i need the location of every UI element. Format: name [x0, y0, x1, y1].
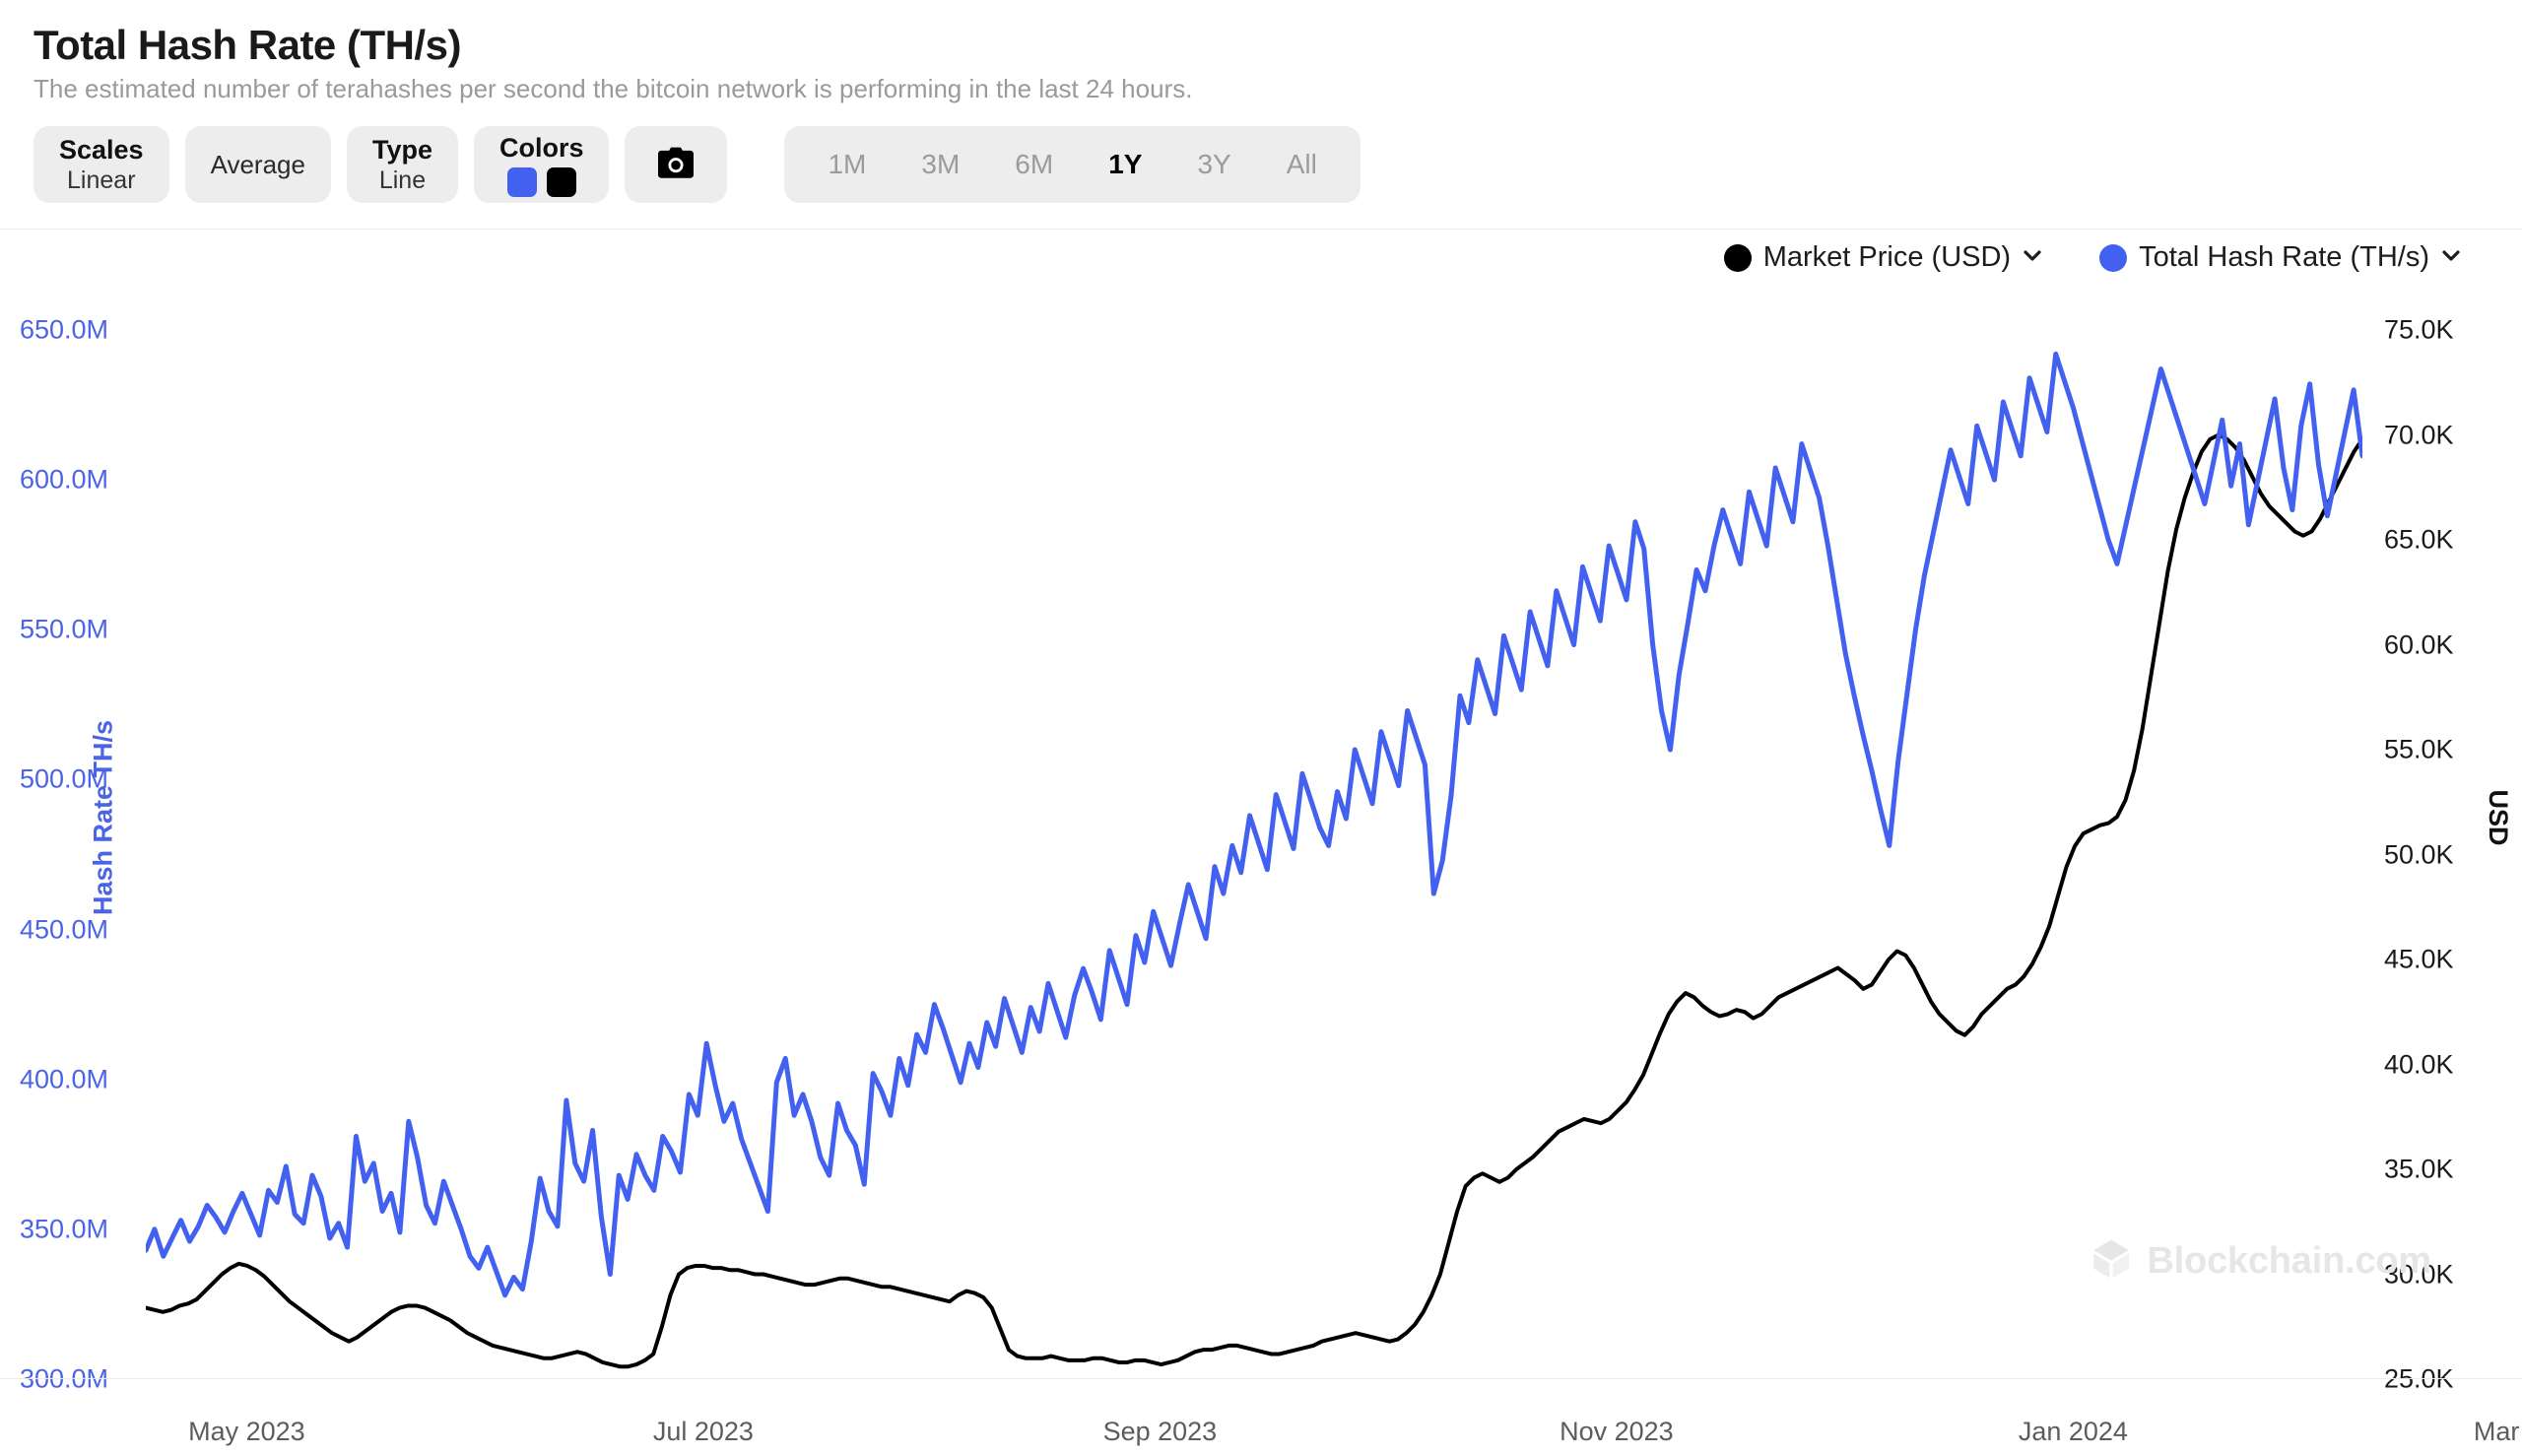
left-axis-tick: 300.0M — [19, 1363, 108, 1394]
right-axis-tick: 40.0K — [2384, 1049, 2454, 1079]
camera-icon — [656, 146, 696, 184]
left-axis: Hash Rate TH/s 300.0M 350.0M 400.0M 450.0M 5… — [0, 256, 146, 1394]
right-axis: USD 25.0K 30.0K 35.0K 40.0K 45.0K 50.0K 55.0K 6… — [2362, 256, 2522, 1394]
right-axis-tick: 50.0K — [2384, 839, 2454, 869]
right-axis-tick: 55.0K — [2384, 734, 2454, 764]
market-price-line — [146, 432, 2362, 1369]
page-subtitle: The estimated number of terahashes per s… — [33, 74, 1193, 104]
range-button-3m[interactable]: 3M — [894, 126, 987, 203]
scales-value: Linear — [67, 165, 136, 194]
left-axis-tick: 550.0M — [19, 614, 108, 644]
plot-region[interactable] — [146, 330, 2362, 1379]
chart-area: Hash Rate TH/s 300.0M 350.0M 400.0M 450.0M 5… — [0, 256, 2522, 1447]
right-axis-tick: 65.0K — [2384, 524, 2454, 555]
right-axis-tick: 25.0K — [2384, 1363, 2454, 1394]
left-axis-tick: 450.0M — [19, 914, 108, 945]
x-axis-tick: Jul 2023 — [652, 1417, 754, 1446]
watermark-text: Blockchain.com — [2147, 1240, 2431, 1282]
screenshot-button[interactable] — [625, 126, 728, 204]
chart-page: Total Hash Rate (TH/s) The estimated num… — [0, 0, 2522, 1447]
right-axis-tick: 45.0K — [2384, 944, 2454, 974]
hash-rate-line — [146, 351, 2362, 1298]
colors-label: Colors — [498, 132, 584, 163]
x-axis-tick: Mar 2024 — [2473, 1417, 2522, 1446]
watermark: Blockchain.com — [2091, 1238, 2431, 1285]
x-axis-tick: May 2023 — [188, 1417, 305, 1446]
chart-toolbar: Scales Linear Average Type Line Colors 1… — [0, 126, 2522, 204]
color-swatch-primary[interactable] — [506, 166, 537, 197]
chart-header: Total Hash Rate (TH/s) The estimated num… — [0, 0, 2522, 104]
right-axis-tick: 35.0K — [2384, 1154, 2454, 1184]
scales-button[interactable]: Scales Linear — [33, 126, 169, 204]
time-range-group: 1M 3M 6M 1Y 3Y All — [784, 126, 1361, 204]
range-button-6m[interactable]: 6M — [987, 126, 1081, 203]
range-button-all[interactable]: All — [1259, 126, 1345, 203]
left-axis-tick: 350.0M — [19, 1214, 108, 1244]
right-axis-title: USD — [2483, 789, 2513, 846]
cube-logo-icon — [2091, 1238, 2131, 1285]
page-title: Total Hash Rate (TH/s) — [33, 22, 461, 68]
x-axis-labels: May 2023 Jul 2023 Sep 2023 Nov 2023 Jan 2024… — [146, 1417, 2522, 1456]
header-divider — [0, 229, 2522, 230]
type-label: Type — [371, 134, 432, 165]
left-axis-tick: 400.0M — [19, 1064, 108, 1094]
x-axis-tick: Sep 2023 — [1102, 1417, 1218, 1446]
left-axis-tick: 650.0M — [19, 314, 108, 345]
bottom-border — [0, 1378, 2522, 1379]
range-button-1m[interactable]: 1M — [800, 126, 894, 203]
scales-label: Scales — [59, 134, 144, 165]
color-swatches — [506, 166, 576, 197]
range-button-3y[interactable]: 3Y — [1169, 126, 1258, 203]
x-axis-tick: Nov 2023 — [1560, 1417, 1674, 1446]
type-button[interactable]: Type Line — [346, 126, 458, 204]
color-swatch-secondary[interactable] — [546, 166, 576, 197]
type-value: Line — [378, 165, 427, 194]
range-button-1y[interactable]: 1Y — [1081, 126, 1169, 203]
left-axis-title: Hash Rate TH/s — [88, 719, 118, 916]
average-label: Average — [210, 149, 305, 179]
average-button[interactable]: Average — [184, 126, 331, 204]
right-axis-tick: 70.0K — [2384, 420, 2454, 449]
right-axis-tick: 60.0K — [2384, 629, 2454, 659]
right-axis-tick: 75.0K — [2384, 314, 2454, 345]
left-axis-tick: 500.0M — [19, 763, 108, 794]
colors-button[interactable]: Colors — [473, 126, 610, 204]
left-axis-tick: 600.0M — [19, 464, 108, 495]
x-axis-tick: Jan 2024 — [2018, 1417, 2128, 1446]
